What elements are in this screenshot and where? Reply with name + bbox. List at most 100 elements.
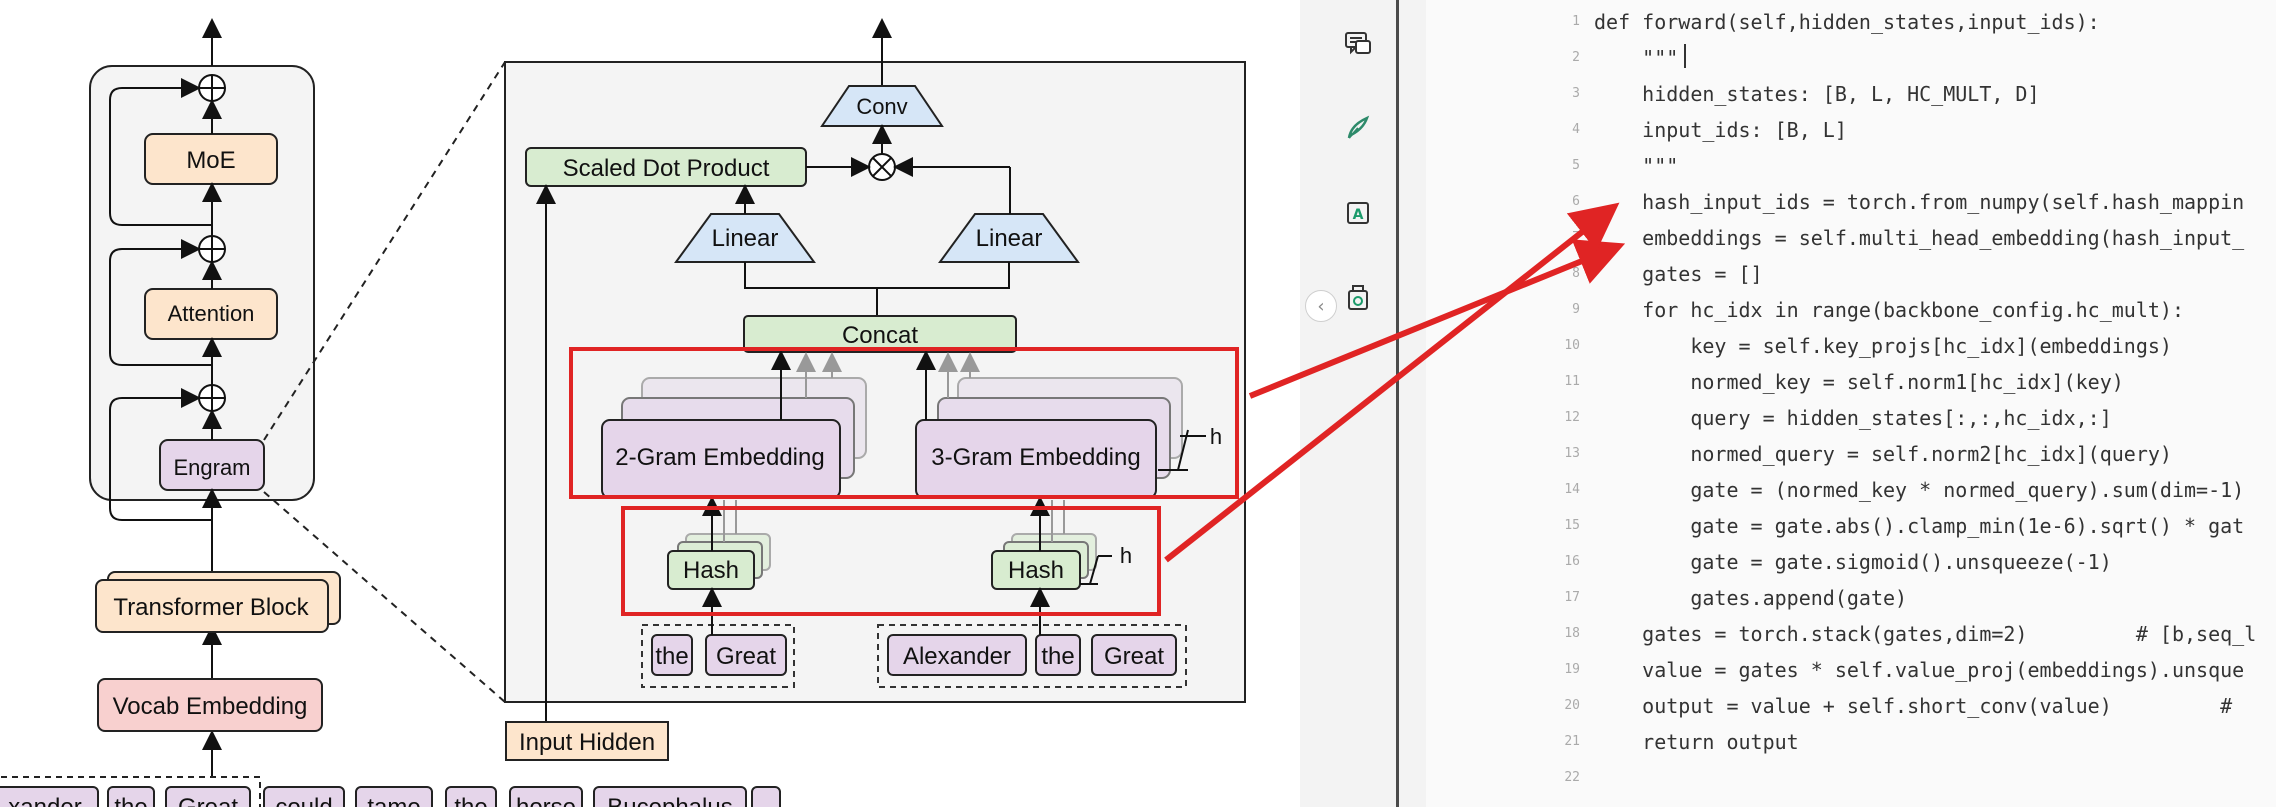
line-number: 9 — [1572, 302, 1580, 317]
add-node-top — [198, 74, 226, 102]
text-cursor — [1684, 44, 1686, 68]
tool-sidebar: A — [1322, 0, 1397, 807]
line-number: 17 — [1564, 590, 1580, 605]
code-text: hidden_states: [B, L, HC_MULT, D] — [1594, 82, 2040, 106]
translate-icon[interactable] — [1338, 278, 1378, 318]
line-number: 2 — [1572, 50, 1580, 65]
line-number: 7 — [1572, 230, 1580, 245]
h-label-embedding: h — [1210, 424, 1222, 449]
gram2-embedding-label: 2-Gram Embedding — [615, 444, 824, 471]
code-line[interactable]: 6 hash_input_ids = torch.from_numpy(self… — [1426, 184, 2276, 220]
line-number: 3 — [1572, 86, 1580, 101]
code-line[interactable]: 22 — [1426, 760, 2276, 796]
collapse-panel-button[interactable]: ‹ — [1305, 290, 1337, 322]
concat-label: Concat — [842, 322, 918, 349]
line-number: 8 — [1572, 266, 1580, 281]
code-text: hash_input_ids = torch.from_numpy(self.h… — [1594, 190, 2245, 214]
code-editor[interactable]: 1 def forward(self,hidden_states,input_id… — [1426, 0, 2276, 807]
code-text: """ — [1594, 154, 1679, 178]
token-the: the — [114, 794, 147, 807]
multiply-node — [868, 153, 896, 181]
conv-label: Conv — [856, 94, 907, 119]
code-text: embeddings = self.multi_head_embedding(h… — [1594, 226, 2245, 250]
code-text: for hc_idx in range(backbone_config.hc_m… — [1594, 298, 2185, 322]
vocab-embedding: Vocab Embedding — [97, 678, 323, 732]
code-text: value = gates * self.value_proj(embeddin… — [1594, 658, 2245, 682]
token-right-great: Great — [1104, 643, 1164, 670]
token-right-alexander: Alexander — [903, 643, 1011, 670]
code-line[interactable]: 13 normed_query = self.norm2[hc_idx](que… — [1426, 436, 2276, 472]
code-text: normed_query = self.norm2[hc_idx](query) — [1594, 442, 2172, 466]
line-number: 1 — [1572, 14, 1580, 29]
engram-label: Engram — [173, 455, 250, 480]
code-text: input_ids: [B, L] — [1594, 118, 1847, 142]
code-line[interactable]: 19 value = gates * self.value_proj(embed… — [1426, 652, 2276, 688]
sentence-tokens: xander the Great could tame the horse Bu… — [0, 776, 781, 807]
code-line[interactable]: 21 return output — [1426, 724, 2276, 760]
code-text: query = hidden_states[:,:,hc_idx,:] — [1594, 406, 2112, 430]
token-great: Great — [178, 794, 238, 807]
line-number: 13 — [1564, 446, 1580, 461]
token-bucephalus: Bucephalus — [607, 794, 732, 807]
code-line[interactable]: 7 embeddings = self.multi_head_embedding… — [1426, 220, 2276, 256]
linear-left-label: Linear — [712, 225, 779, 252]
line-number: 5 — [1572, 158, 1580, 173]
code-line[interactable]: 15 gate = gate.abs().clamp_min(1e-6).sqr… — [1426, 508, 2276, 544]
code-text: gate = gate.abs().clamp_min(1e-6).sqrt()… — [1594, 514, 2245, 538]
comment-icon[interactable] — [1338, 24, 1378, 64]
token-xander: xander — [8, 794, 81, 807]
architecture-diagram: MoE Attention Engram Transformer Block V… — [0, 0, 1300, 807]
code-text: return output — [1594, 730, 1799, 754]
code-line[interactable]: 2 """ — [1426, 40, 2276, 76]
line-number: 4 — [1572, 122, 1580, 137]
line-number: 15 — [1564, 518, 1580, 533]
code-text: gates.append(gate) — [1594, 586, 1908, 610]
code-line[interactable]: 1 def forward(self,hidden_states,input_id… — [1426, 4, 2276, 40]
line-number: 10 — [1564, 338, 1580, 353]
line-number: 12 — [1564, 410, 1580, 425]
gram3-embedding-label: 3-Gram Embedding — [931, 444, 1140, 471]
vocab-embedding-label: Vocab Embedding — [113, 693, 308, 720]
code-line[interactable]: 20 output = value + self.short_conv(valu… — [1426, 688, 2276, 724]
code-text: output = value + self.short_conv(value) … — [1594, 694, 2233, 718]
code-line[interactable]: 10 key = self.key_projs[hc_idx](embeddin… — [1426, 328, 2276, 364]
line-number: 16 — [1564, 554, 1580, 569]
token-the-2: the — [454, 794, 487, 807]
scaled-dot-product-label: Scaled Dot Product — [563, 155, 770, 182]
code-line[interactable]: 17 gates.append(gate) — [1426, 580, 2276, 616]
engram-detail: Conv Scaled Dot Product Linear Linear Co… — [504, 18, 1246, 703]
token-could: could — [275, 794, 332, 807]
hash-left-label: Hash — [683, 557, 739, 584]
code-line[interactable]: 4 input_ids: [B, L] — [1426, 112, 2276, 148]
line-number: 11 — [1564, 374, 1580, 389]
linear-right-label: Linear — [976, 225, 1043, 252]
highlighter-icon[interactable] — [1338, 108, 1378, 148]
code-line[interactable]: 16 gate = gate.sigmoid().unsqueeze(-1) — [1426, 544, 2276, 580]
code-line[interactable]: 18 gates = torch.stack(gates,dim=2) # [b… — [1426, 616, 2276, 652]
code-text: normed_key = self.norm1[hc_idx](key) — [1594, 370, 2124, 394]
input-hidden-label: Input Hidden — [519, 729, 655, 756]
add-node-middle — [198, 235, 226, 263]
code-line[interactable]: 12 query = hidden_states[:,:,hc_idx,:] — [1426, 400, 2276, 436]
code-line[interactable]: 14 gate = (normed_key * normed_query).su… — [1426, 472, 2276, 508]
code-line[interactable]: 5 """ — [1426, 148, 2276, 184]
text-box-icon[interactable]: A — [1338, 193, 1378, 233]
token-tame: tame — [367, 794, 420, 807]
svg-text:A: A — [1353, 207, 1364, 223]
line-number: 6 — [1572, 194, 1580, 209]
line-number: 19 — [1564, 662, 1580, 677]
hash-right-label: Hash — [1008, 557, 1064, 584]
code-text: gates = torch.stack(gates,dim=2) # [b,se… — [1594, 622, 2257, 646]
code-text: """ — [1594, 46, 1679, 70]
line-number: 20 — [1564, 698, 1580, 713]
code-line[interactable]: 9 for hc_idx in range(backbone_config.hc… — [1426, 292, 2276, 328]
add-node-bottom — [198, 384, 226, 412]
line-number: 18 — [1564, 626, 1580, 641]
line-number: 14 — [1564, 482, 1580, 497]
code-line[interactable]: 11 normed_key = self.norm1[hc_idx](key) — [1426, 364, 2276, 400]
h-label-hash: h — [1120, 543, 1132, 568]
code-text: gates = [] — [1594, 262, 1763, 286]
code-line[interactable]: 3 hidden_states: [B, L, HC_MULT, D] — [1426, 76, 2276, 112]
attention-label: Attention — [168, 301, 255, 326]
code-line[interactable]: 8 gates = [] — [1426, 256, 2276, 292]
